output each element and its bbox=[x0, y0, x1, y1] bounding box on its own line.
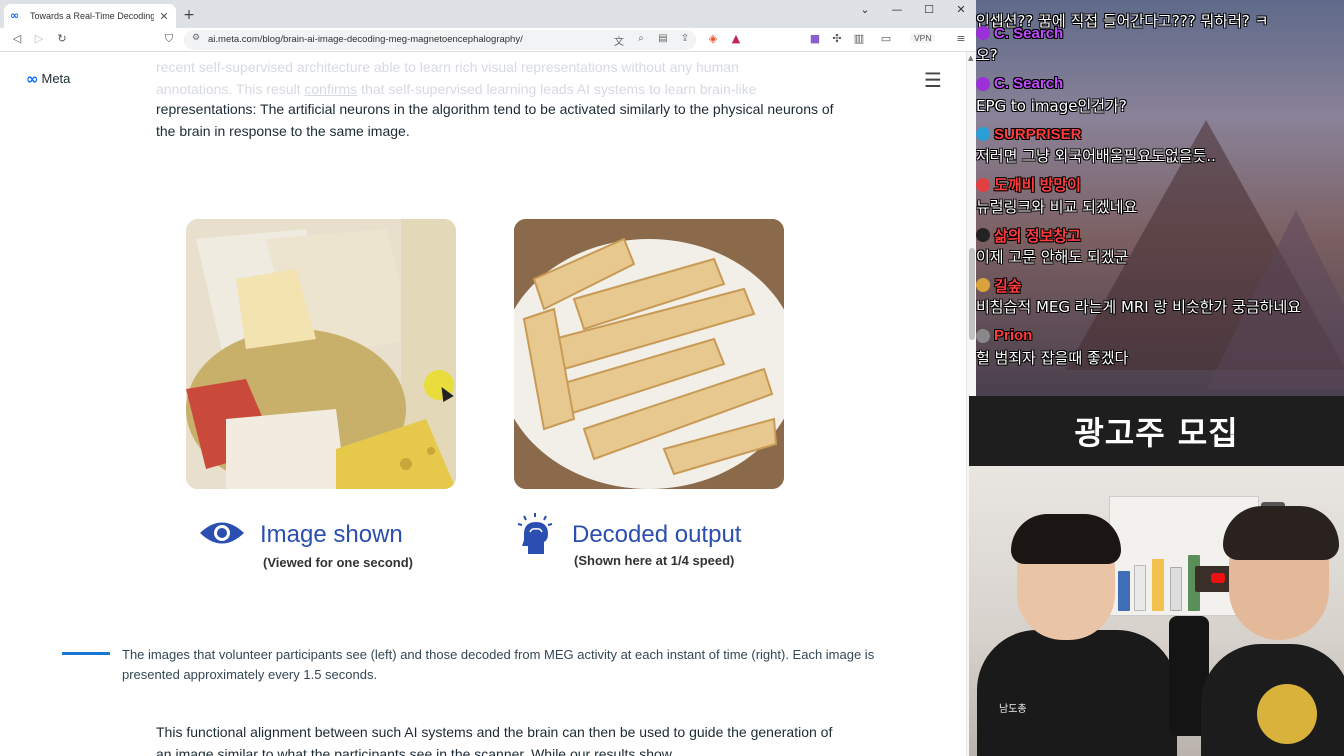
web-page: ∞ Meta ☰ recent self-supervised architec… bbox=[0, 52, 966, 756]
tab-strip: ∞ Towards a Real-Time Decoding o ✕ + ⌄ —… bbox=[0, 0, 976, 28]
meta-infinity-icon: ∞ bbox=[26, 69, 39, 88]
user-badge-icon bbox=[976, 76, 990, 91]
bookmark-icon[interactable]: ⛉ bbox=[162, 32, 176, 46]
chat-user: 도깨비 방망이 bbox=[976, 174, 1344, 196]
meta-logo-text: Meta bbox=[41, 71, 71, 86]
hamburger-menu-icon[interactable]: ☰ bbox=[924, 68, 942, 92]
shirt-logo-text: 남도총 bbox=[999, 704, 1027, 715]
decoded-output-frame bbox=[514, 219, 784, 489]
back-icon[interactable]: ◁ bbox=[10, 32, 24, 46]
chat-user: C. Search bbox=[976, 73, 1344, 95]
body-paragraph: representations: The artificial neurons … bbox=[156, 101, 834, 139]
forward-icon[interactable]: ▷ bbox=[32, 32, 46, 46]
browser-toolbar: ◁ ▷ ↻ ⛉ ⚙ ai.meta.com/blog/brain-ai-imag… bbox=[0, 28, 976, 52]
host-person-left: 남도총 bbox=[977, 514, 1177, 756]
chat-username: 삶의 정보창고 bbox=[994, 227, 1081, 245]
meta-logo[interactable]: ∞ Meta bbox=[26, 71, 70, 86]
chat-user: SURPRISER bbox=[976, 123, 1344, 145]
menu-icon[interactable]: ≡ bbox=[954, 32, 968, 46]
wallet-icon[interactable]: ▭ bbox=[879, 32, 893, 46]
stream-chat-overlay: 인셉션?? 꿈에 직접 들어간다고??? 뭐하러? ㅋ C. Search 오? C.… bbox=[976, 0, 1344, 396]
user-badge-icon bbox=[976, 278, 990, 293]
maximize-button[interactable]: ☐ bbox=[920, 3, 938, 16]
minimize-button[interactable]: — bbox=[888, 3, 906, 16]
ad-banner: 광고주 모집 bbox=[969, 396, 1344, 466]
chat-text: 오? bbox=[976, 46, 998, 65]
sidebar-icon[interactable]: ▥ bbox=[852, 32, 866, 46]
caption-accent-bar bbox=[62, 652, 110, 655]
window-controls: ⌄ — ☐ ✕ bbox=[856, 3, 970, 16]
chat-text: 저러면 그냥 외국어배울필요도없을듯.. bbox=[976, 147, 1216, 166]
scrollbar-thumb[interactable] bbox=[969, 248, 975, 340]
chat-username: C. Search bbox=[994, 75, 1064, 93]
share-icon[interactable]: ⇪ bbox=[678, 33, 692, 44]
user-badge-icon bbox=[976, 127, 990, 142]
decoded-output-sublabel: (Shown here at 1/4 speed) bbox=[574, 553, 735, 568]
chat-username: SURPRISER bbox=[994, 125, 1082, 143]
extensions-puzzle-icon[interactable]: ✣ bbox=[830, 32, 844, 46]
url-text: ai.meta.com/blog/brain-ai-image-decoding… bbox=[208, 34, 523, 45]
faded-paragraph: recent self-supervised architecture able… bbox=[156, 56, 816, 100]
chat-text: 비침습적 MEG 라는게 MRI 랑 비슷한가 궁금하네요 bbox=[976, 298, 1302, 317]
chat-user: 길숲 bbox=[976, 274, 1344, 296]
faded-line: annotations. This result confirms that s… bbox=[156, 81, 757, 97]
chat-user: 삶의 정보창고 bbox=[976, 224, 1344, 246]
translate-icon[interactable]: 文 bbox=[612, 33, 626, 48]
tab-search-icon[interactable]: ⌄ bbox=[856, 3, 874, 16]
chat-user: C. Search bbox=[976, 22, 1344, 44]
chat-message: SURPRISER 저러면 그냥 외국어배울필요도없을듯.. bbox=[976, 123, 1344, 167]
tab-title: Towards a Real-Time Decoding o bbox=[30, 11, 154, 21]
image-shown-sublabel: (Viewed for one second) bbox=[263, 555, 414, 570]
user-badge-icon bbox=[976, 328, 990, 343]
image-shown-frame bbox=[186, 219, 456, 489]
browser-window: ∞ Towards a Real-Time Decoding o ✕ + ⌄ —… bbox=[0, 0, 976, 756]
figure-caption: The images that volunteer participants s… bbox=[122, 647, 875, 682]
lower-paragraph: This functional alignment between such A… bbox=[156, 724, 833, 756]
image-shown-label: Image shown bbox=[260, 521, 403, 548]
decoded-image bbox=[514, 219, 784, 489]
chat-text: EPG to image인건가? bbox=[976, 96, 1127, 115]
chat-message: 도깨비 방망이뉴럴링크와 비교 되겠네요 bbox=[976, 174, 1344, 218]
browser-tab[interactable]: ∞ Towards a Real-Time Decoding o ✕ bbox=[4, 4, 176, 28]
zoom-icon[interactable]: ⌕ bbox=[634, 33, 648, 44]
meta-infinity-icon: ∞ bbox=[10, 9, 20, 22]
chat-text: 이제 고문 안해도 되겠군 bbox=[976, 248, 1129, 266]
extension-icon[interactable]: ■ bbox=[808, 32, 822, 46]
webcam-feed: 남도총 bbox=[969, 466, 1344, 756]
chat-username: 길숲 bbox=[994, 277, 1022, 295]
close-tab-icon[interactable]: ✕ bbox=[158, 10, 170, 23]
chat-user: Prion bbox=[976, 325, 1344, 347]
chat-username: 도깨비 방망이 bbox=[994, 177, 1081, 195]
brave-shield-icon[interactable]: ◈ bbox=[706, 32, 720, 46]
chat-message: Prion 헐 범죄자 잡을때 좋겠다 bbox=[976, 325, 1344, 369]
cheese-image bbox=[186, 219, 456, 489]
eye-icon bbox=[200, 522, 244, 544]
brain-head-icon bbox=[517, 513, 553, 554]
user-badge-icon bbox=[976, 228, 990, 242]
chat-username: Prion bbox=[994, 327, 1033, 345]
chat-text: 헐 범죄자 잡을때 좋겠다 bbox=[976, 348, 1129, 367]
decoded-output-label: Decoded output bbox=[572, 521, 742, 548]
reader-icon[interactable]: ▤ bbox=[656, 33, 670, 44]
vpn-button[interactable]: VPN bbox=[910, 33, 936, 43]
close-window-button[interactable]: ✕ bbox=[952, 3, 970, 16]
scroll-up-icon[interactable]: ▲ bbox=[968, 54, 973, 62]
chat-username: C. Search bbox=[994, 24, 1064, 42]
chat-text: 뉴럴링크와 비교 되겠네요 bbox=[976, 197, 1138, 216]
faded-line: recent self-supervised architecture able… bbox=[156, 59, 739, 75]
chat-message: C. Search EPG to image인건가? bbox=[976, 73, 1344, 117]
host-person-right bbox=[1201, 494, 1344, 756]
user-badge-icon bbox=[976, 177, 990, 192]
brave-rewards-icon[interactable]: ▲ bbox=[729, 32, 743, 46]
chat-message: 삶의 정보창고이제 고문 안해도 되겠군 bbox=[976, 224, 1344, 268]
site-info-icon[interactable]: ⚙ bbox=[192, 33, 200, 43]
address-bar[interactable]: ⚙ ai.meta.com/blog/brain-ai-image-decodi… bbox=[184, 30, 696, 50]
chat-message: C. Search 오? bbox=[976, 22, 1344, 66]
ad-banner-text: 광고주 모집 bbox=[1074, 414, 1239, 452]
new-tab-button[interactable]: + bbox=[182, 7, 196, 23]
reload-icon[interactable]: ↻ bbox=[55, 32, 69, 46]
chat-message: 길숲비침습적 MEG 라는게 MRI 랑 비슷한가 궁금하네요 bbox=[976, 274, 1344, 318]
user-badge-icon bbox=[976, 26, 990, 41]
confirms-link[interactable]: confirms bbox=[304, 81, 357, 97]
